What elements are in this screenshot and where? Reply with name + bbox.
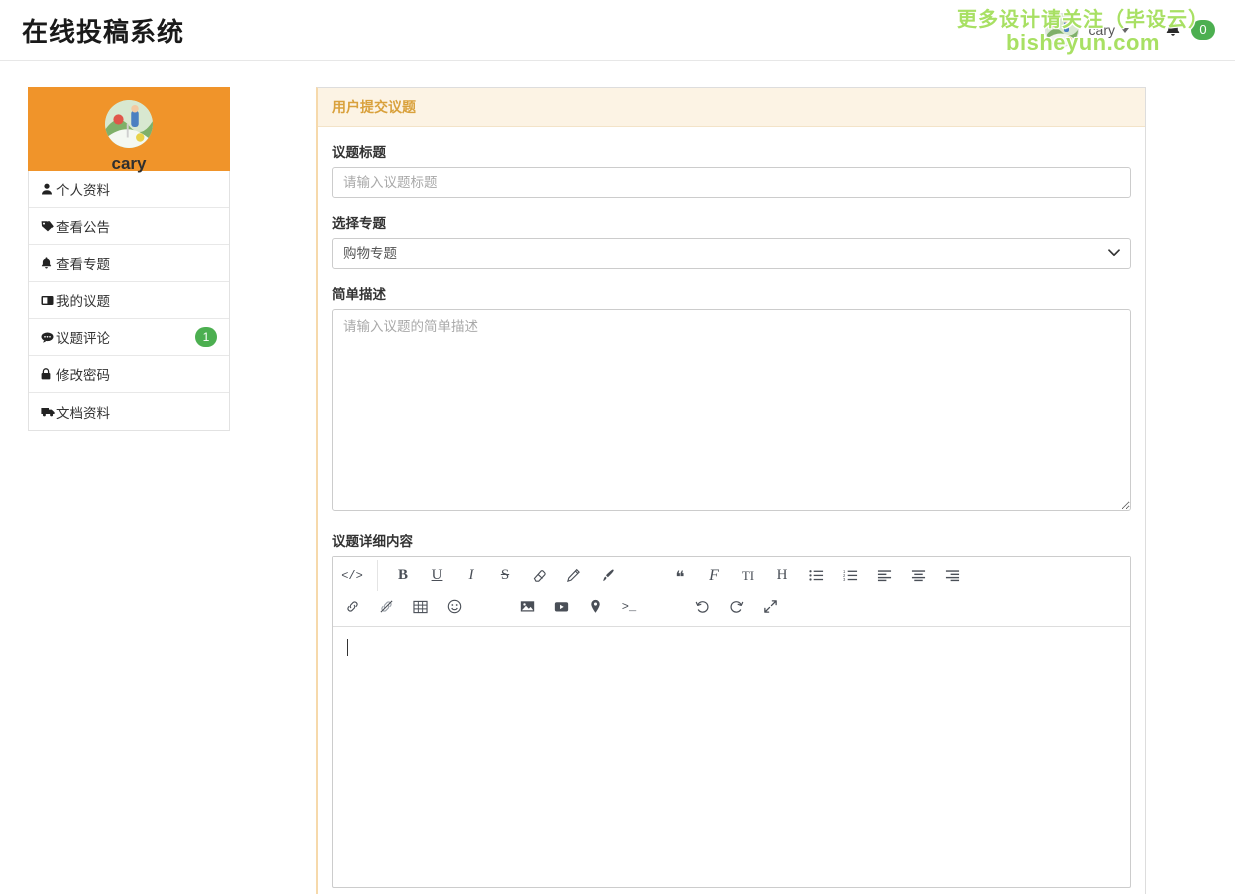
sidebar-item-label: 文档资料 [56, 405, 110, 421]
fullscreen-icon[interactable] [753, 593, 787, 620]
caret-down-icon [1121, 27, 1129, 33]
editor-toolbar-row-2: >_ [333, 591, 1130, 622]
strikethrough-icon[interactable]: S [488, 562, 522, 589]
terminal-icon[interactable]: >_ [612, 593, 646, 620]
sidebar-item-label: 修改密码 [56, 368, 110, 383]
toolbar-group-source: </> [333, 560, 371, 591]
ordered-list-icon[interactable]: 1 2 3 [833, 562, 867, 589]
description-label: 简单描述 [332, 287, 386, 302]
align-left-icon[interactable] [867, 562, 901, 589]
blockquote-icon[interactable]: ❝ [663, 562, 697, 589]
tag-icon [41, 220, 56, 232]
toolbar-group-text-style: B U I S [384, 560, 626, 591]
svg-text:3: 3 [843, 577, 846, 582]
book-icon [41, 295, 56, 306]
rich-text-editor: </> B U I S ❝ F TI H 1 2 3 >_ [332, 556, 1131, 888]
sidebar-item-label: 我的议题 [56, 294, 110, 309]
user-avatar [1045, 14, 1078, 46]
sidebar-item-announcements[interactable]: 查看公告 [29, 208, 229, 245]
bell-icon [1165, 20, 1181, 41]
font-family-icon[interactable]: F [697, 562, 731, 589]
sidebar-item-documents[interactable]: 文档资料 [29, 393, 229, 430]
form-group-title: 议题标题 [332, 141, 1131, 198]
sidebar-item-my-topics[interactable]: 我的议题 [29, 282, 229, 319]
form-group-description: 简单描述 [332, 283, 1131, 516]
video-icon[interactable] [544, 593, 578, 620]
toolbar-group-insert [333, 591, 473, 622]
sidebar-item-change-password[interactable]: 修改密码 [29, 356, 229, 393]
sidebar-item-label: 个人资料 [56, 183, 110, 198]
sidebar-item-label: 议题评论 [56, 331, 110, 346]
form-group-content: 议题详细内容 </> B U I S ❝ F TI H 1 2 3 >_ [332, 530, 1131, 888]
sidebar-item-badge: 1 [195, 327, 217, 347]
eraser-icon[interactable] [522, 562, 556, 589]
text-cursor [347, 639, 348, 656]
user-menu[interactable]: cary [1045, 14, 1129, 46]
emoji-icon[interactable] [437, 593, 471, 620]
brush-icon[interactable] [590, 562, 624, 589]
toolbar-group-paragraph: ❝ F TI H 1 2 3 [661, 560, 971, 591]
undo-icon[interactable] [685, 593, 719, 620]
italic-icon[interactable]: I [454, 562, 488, 589]
navbar-right-area: cary 0 [1045, 0, 1215, 60]
form-group-topic: 选择专题 购物专题 [332, 212, 1131, 269]
editor-toolbar: </> B U I S ❝ F TI H 1 2 3 >_ [333, 557, 1130, 627]
description-textarea[interactable] [332, 309, 1131, 511]
notification-button[interactable]: 0 [1165, 19, 1215, 41]
underline-icon[interactable]: U [420, 562, 454, 589]
sidebar-user-avatar [105, 100, 153, 148]
unordered-list-icon[interactable] [799, 562, 833, 589]
lock-icon [41, 368, 56, 380]
sidebar-item-label: 查看公告 [56, 220, 110, 235]
app-brand-title: 在线投稿系统 [22, 16, 185, 47]
image-icon[interactable] [510, 593, 544, 620]
toolbar-group-history [683, 591, 789, 622]
font-size-icon[interactable]: TI [731, 562, 765, 589]
sidebar-menu: 个人资料 查看公告 查看专题 我的议题 议题评论 1 修改密码 文档资料 [28, 171, 230, 431]
notification-count-badge: 0 [1191, 19, 1215, 41]
align-right-icon[interactable] [935, 562, 969, 589]
sidebar-item-topics[interactable]: 查看专题 [29, 245, 229, 282]
sidebar-item-label: 查看专题 [56, 257, 110, 272]
panel-title: 用户提交议题 [318, 88, 1145, 127]
topic-select-label: 选择专题 [332, 216, 386, 231]
toolbar-separator [377, 560, 378, 591]
content-label: 议题详细内容 [332, 534, 413, 549]
topic-select-wrapper: 购物专题 [332, 238, 1131, 269]
sidebar-item-profile[interactable]: 个人资料 [29, 171, 229, 208]
editor-toolbar-row-1: </> B U I S ❝ F TI H 1 2 3 [333, 560, 1130, 591]
link-icon[interactable] [335, 593, 369, 620]
submit-topic-panel: 用户提交议题 议题标题 选择专题 购物专题 [316, 87, 1146, 894]
topic-title-input[interactable] [332, 167, 1131, 198]
bell-icon [41, 257, 56, 269]
comment-icon [41, 332, 56, 343]
redo-icon[interactable] [719, 593, 753, 620]
truck-icon [41, 406, 56, 417]
top-navbar: 在线投稿系统 cary 0 [0, 0, 1235, 61]
heading-icon[interactable]: H [765, 562, 799, 589]
sidebar: cary 个人资料 查看公告 查看专题 我的议题 议题评论 1 修改密码 文档资… [28, 87, 230, 431]
table-icon[interactable] [403, 593, 437, 620]
panel-body: 议题标题 选择专题 购物专题 简 [318, 127, 1145, 888]
toolbar-group-media: >_ [508, 591, 648, 622]
topic-title-label: 议题标题 [332, 145, 386, 160]
user-menu-label: cary [1088, 22, 1115, 38]
sidebar-item-comments[interactable]: 议题评论 1 [29, 319, 229, 356]
align-center-icon[interactable] [901, 562, 935, 589]
location-icon[interactable] [578, 593, 612, 620]
user-icon [41, 183, 56, 195]
source-code-icon[interactable]: </> [335, 562, 369, 589]
editor-content-area[interactable] [333, 627, 1130, 887]
bold-icon[interactable]: B [386, 562, 420, 589]
unlink-icon[interactable] [369, 593, 403, 620]
sidebar-profile-card: cary [28, 87, 230, 173]
topic-select[interactable]: 购物专题 [332, 238, 1131, 269]
pen-icon[interactable] [556, 562, 590, 589]
